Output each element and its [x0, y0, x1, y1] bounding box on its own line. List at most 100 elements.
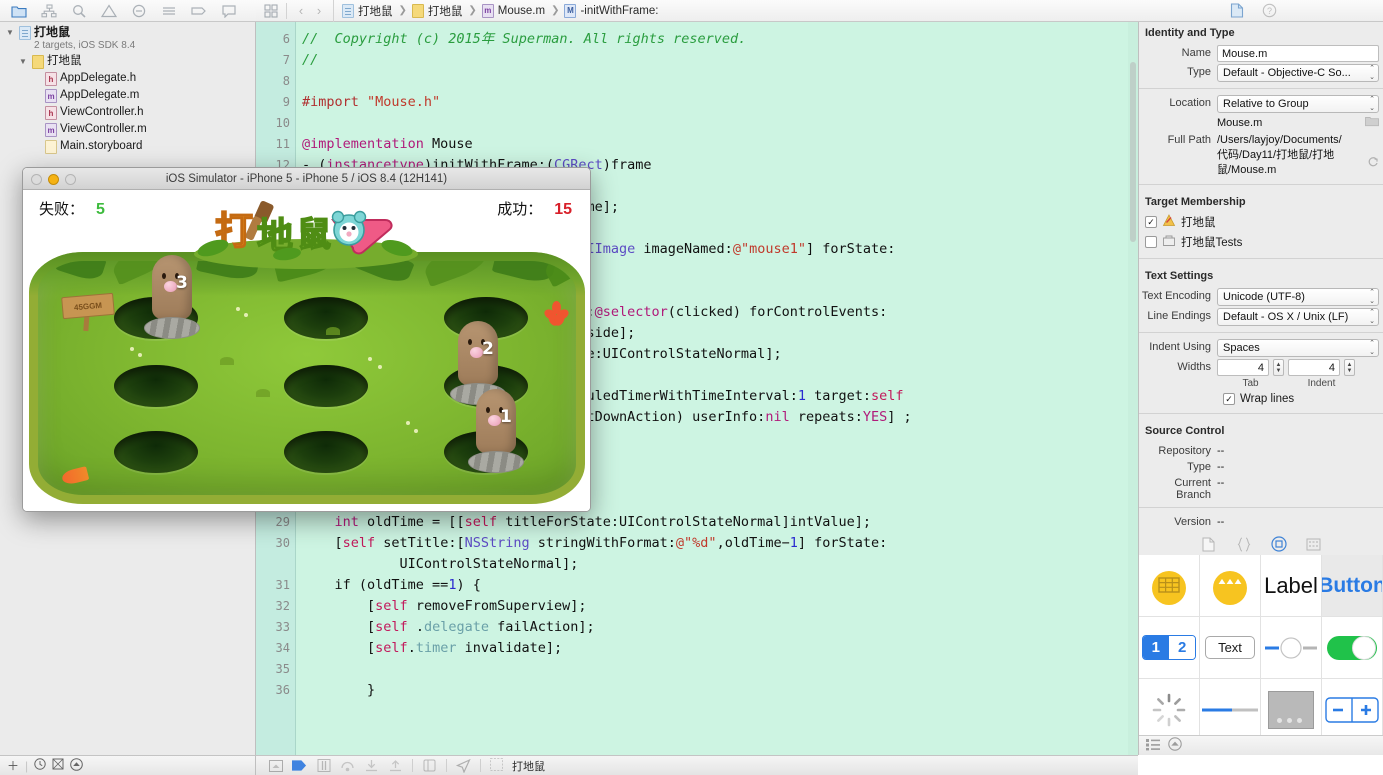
switch-item[interactable]: [1322, 617, 1383, 679]
target-membership-row[interactable]: 打地鼠: [1139, 212, 1383, 232]
scrollbar-thumb[interactable]: [1130, 62, 1136, 242]
zoom-button[interactable]: [65, 174, 76, 185]
mole-hole[interactable]: [284, 365, 368, 407]
list-item[interactable]: h ViewController.h: [0, 104, 255, 121]
page-control-item[interactable]: [1261, 679, 1322, 741]
related-items-icon[interactable]: [256, 0, 286, 22]
source-control-filter-icon[interactable]: [52, 758, 64, 773]
editor-scrollbar[interactable]: [1128, 22, 1138, 755]
issue-navigator-icon[interactable]: [94, 1, 124, 21]
filter-field-icon[interactable]: [70, 757, 83, 774]
mole-button[interactable]: 1: [468, 389, 524, 473]
tab-caption: Tab: [1242, 378, 1259, 389]
navigator-group-row[interactable]: ▼ 打地鼠: [0, 53, 255, 70]
debug-navigator-icon[interactable]: [154, 1, 184, 21]
hide-debug-area-icon[interactable]: [268, 758, 283, 773]
list-item[interactable]: h AppDelegate.h: [0, 70, 255, 87]
indent-width-field[interactable]: 4: [1288, 359, 1340, 376]
objc-header-icon: h: [45, 72, 57, 86]
collection-view-controller-item[interactable]: [1139, 555, 1200, 617]
label-item[interactable]: Label: [1261, 555, 1322, 617]
line-endings-popup[interactable]: Default - OS X / Unix (LF): [1217, 308, 1379, 326]
navigator-project-row[interactable]: ▼ 打地鼠 2 targets, iOS SDK 8.4: [0, 22, 255, 53]
simulator-title-bar[interactable]: iOS Simulator - iPhone 5 - iPhone 5 / iO…: [23, 168, 590, 190]
divider: [412, 759, 413, 772]
simulator-screen[interactable]: 打 地 鼠 失败： 5 成功： 15 3 2 1 45GGM: [23, 190, 590, 511]
code-token: self: [375, 640, 408, 656]
list-item[interactable]: m AppDelegate.m: [0, 87, 255, 104]
disclosure-triangle-icon[interactable]: ▼: [17, 54, 29, 66]
object-library-tab[interactable]: [1270, 536, 1287, 553]
forward-button[interactable]: ›: [311, 3, 327, 19]
list-item[interactable]: Main.storyboard: [0, 138, 255, 155]
continue-program-icon[interactable]: [292, 758, 307, 773]
quick-help-inspector-tab[interactable]: ?: [1261, 2, 1278, 19]
step-over-icon[interactable]: [340, 758, 355, 773]
breadcrumb-item-symbol[interactable]: M -initWithFrame:: [564, 3, 658, 18]
tab-width-field[interactable]: 4: [1217, 359, 1269, 376]
activity-indicator-item[interactable]: [1139, 679, 1200, 741]
pause-icon[interactable]: [316, 758, 331, 773]
type-popup[interactable]: Default - Objective-C So...: [1217, 64, 1379, 82]
reveal-in-finder-icon[interactable]: [1367, 132, 1379, 171]
find-navigator-icon[interactable]: [64, 1, 94, 21]
choose-folder-icon[interactable]: [1365, 115, 1379, 130]
mole-hole[interactable]: [114, 431, 198, 473]
location-popup[interactable]: Relative to Group: [1217, 95, 1379, 113]
mole-hole[interactable]: [284, 431, 368, 473]
breadcrumb-item-group[interactable]: 打地鼠 ❯: [411, 3, 479, 19]
test-navigator-icon[interactable]: [124, 1, 154, 21]
media-library-tab[interactable]: [1305, 536, 1322, 553]
disclosure-triangle-icon[interactable]: ▼: [4, 25, 16, 37]
step-into-icon[interactable]: [364, 758, 379, 773]
view-debugging-icon[interactable]: [456, 758, 471, 773]
target-checkbox[interactable]: [1145, 216, 1157, 228]
simulate-location-icon[interactable]: [422, 758, 437, 773]
file-inspector[interactable]: Identity and Type Name Mouse.m Type Defa…: [1138, 22, 1383, 755]
back-button[interactable]: ‹: [293, 3, 309, 19]
encoding-popup[interactable]: Unicode (UTF-8): [1217, 288, 1379, 306]
target-label: 打地鼠Tests: [1181, 237, 1243, 249]
project-title: 打地鼠: [34, 25, 71, 39]
slider-item[interactable]: [1261, 617, 1322, 679]
wrap-lines-row[interactable]: Wrap lines: [1139, 391, 1383, 407]
sc-type-value: --: [1217, 461, 1225, 473]
symbol-navigator-icon[interactable]: [34, 1, 64, 21]
library-pane[interactable]: Label Button 1 2 Text: [1139, 533, 1383, 755]
navigation-controller-item[interactable]: [1200, 555, 1261, 617]
indent-width-stepper[interactable]: ▲ ▼: [1344, 359, 1355, 376]
close-button[interactable]: [31, 174, 42, 185]
minimize-button[interactable]: [48, 174, 59, 185]
name-field[interactable]: Mouse.m: [1217, 45, 1379, 62]
segmented-control-item[interactable]: 1 2: [1139, 617, 1200, 679]
breadcrumb-item-file[interactable]: m Mouse.m ❯: [481, 3, 562, 18]
library-list-view-icon[interactable]: [1146, 738, 1160, 754]
line-number: 9: [282, 95, 290, 109]
breadcrumb-item-project[interactable]: 打地鼠 ❯: [342, 3, 409, 19]
report-navigator-icon[interactable]: [214, 1, 244, 21]
list-item[interactable]: m ViewController.m: [0, 121, 255, 138]
ios-simulator-window[interactable]: iOS Simulator - iPhone 5 - iPhone 5 / iO…: [22, 167, 591, 512]
mole-button[interactable]: 3: [144, 255, 200, 339]
mole-hole[interactable]: [114, 365, 198, 407]
button-item[interactable]: Button: [1322, 555, 1383, 617]
add-file-icon[interactable]: ＋: [7, 757, 19, 774]
wrap-lines-checkbox[interactable]: [1223, 393, 1235, 405]
progress-view-item[interactable]: [1200, 679, 1261, 741]
bloom-decoration: [406, 421, 410, 425]
target-membership-row[interactable]: 打地鼠Tests: [1139, 232, 1383, 252]
tab-width-stepper[interactable]: ▲ ▼: [1273, 359, 1284, 376]
breakpoint-navigator-icon[interactable]: [184, 1, 214, 21]
stepper-item[interactable]: [1322, 679, 1383, 741]
file-template-library-tab[interactable]: [1200, 536, 1217, 553]
code-snippet-library-tab[interactable]: [1235, 536, 1252, 553]
recent-filter-icon[interactable]: [34, 758, 46, 773]
step-out-icon[interactable]: [388, 758, 403, 773]
text-field-item[interactable]: Text: [1200, 617, 1261, 679]
project-navigator-icon[interactable]: [4, 1, 34, 21]
target-checkbox[interactable]: [1145, 236, 1157, 248]
file-inspector-tab[interactable]: [1228, 2, 1245, 19]
library-filter-icon[interactable]: [1168, 737, 1182, 754]
object-library-grid[interactable]: Label Button 1 2 Text: [1139, 555, 1383, 755]
indent-using-popup[interactable]: Spaces: [1217, 339, 1379, 357]
